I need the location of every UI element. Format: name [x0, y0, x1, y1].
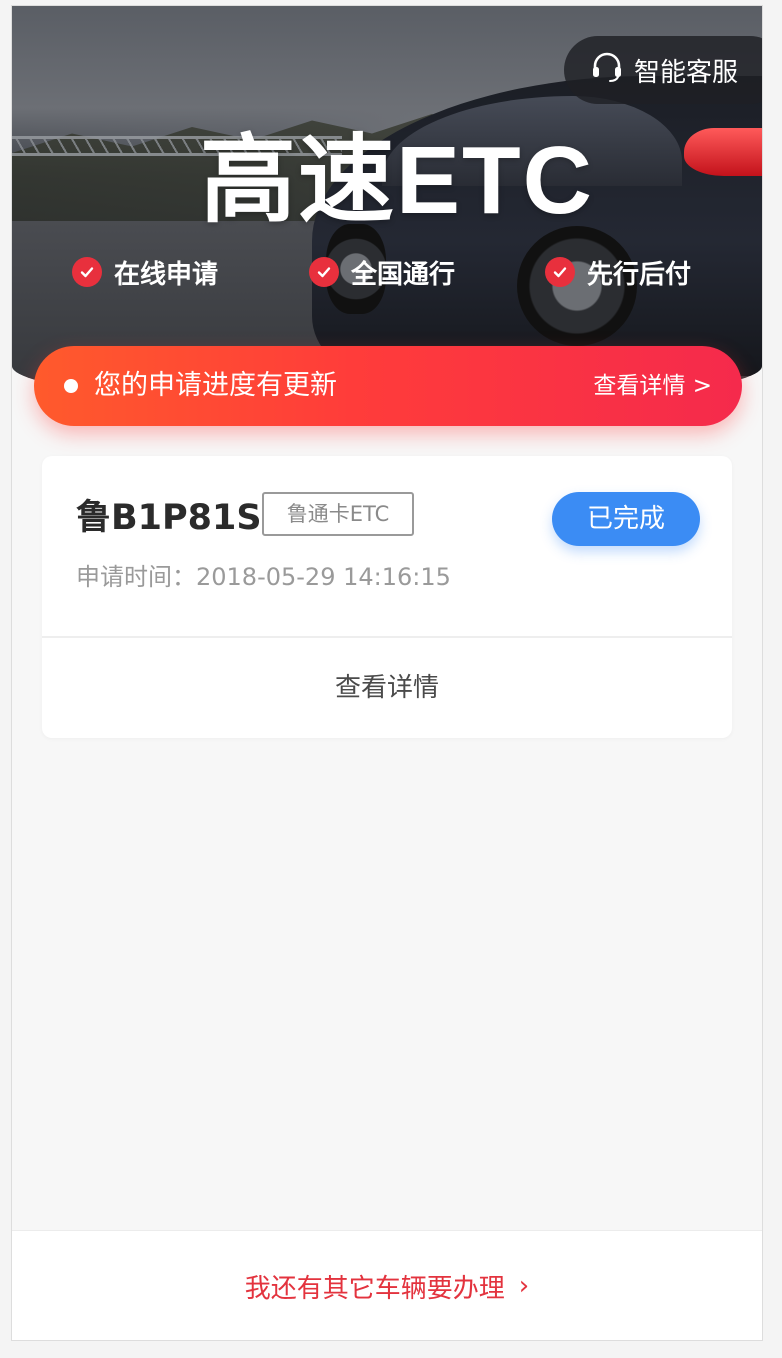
other-vehicle-button[interactable]: 我还有其它车辆要办理 › [12, 1230, 762, 1340]
headset-icon [590, 51, 624, 90]
customer-service-button[interactable]: 智能客服 [564, 36, 762, 104]
feature-list: 在线申请 全国通行 先行后付 [72, 252, 732, 292]
check-circle-icon [309, 257, 339, 287]
notice-dot [64, 379, 78, 393]
status-badge: 已完成 [552, 492, 700, 546]
notice-message: 您的申请进度有更新 [94, 370, 337, 401]
plate-number: 鲁B1P81S [76, 498, 262, 538]
feature-label: 全国通行 [351, 259, 456, 290]
feature-label: 先行后付 [587, 259, 692, 290]
apply-time: 申请时间：2018-05-29 14:16:15 [76, 563, 451, 591]
page-title: 高速ETC [200, 127, 594, 234]
chevron-right-icon: › [518, 1271, 530, 1301]
feature-online-apply: 在线申请 [72, 252, 218, 292]
other-vehicle-label: 我还有其它车辆要办理 [244, 1273, 505, 1304]
feature-nationwide: 全国通行 [309, 252, 455, 292]
check-circle-icon [545, 257, 575, 287]
check-circle-icon [72, 257, 102, 287]
app-frame: 高速ETC 在线申请 全国通行 先行后付 智能客服 您的申请进度有更新 查看详情… [11, 5, 763, 1341]
feature-label: 在线申请 [114, 259, 219, 290]
customer-service-label: 智能客服 [634, 57, 739, 88]
application-card: 鲁B1P81S 鲁通卡ETC 已完成 申请时间：2018-05-29 14:16… [42, 456, 732, 738]
notice-view-details-link[interactable]: 查看详情 > [593, 370, 712, 402]
progress-notice-banner[interactable]: 您的申请进度有更新 查看详情 > [34, 346, 742, 426]
view-details-button[interactable]: 查看详情 [42, 638, 732, 738]
feature-pay-later: 先行后付 [545, 252, 691, 292]
card-type-tag: 鲁通卡ETC [262, 492, 414, 536]
